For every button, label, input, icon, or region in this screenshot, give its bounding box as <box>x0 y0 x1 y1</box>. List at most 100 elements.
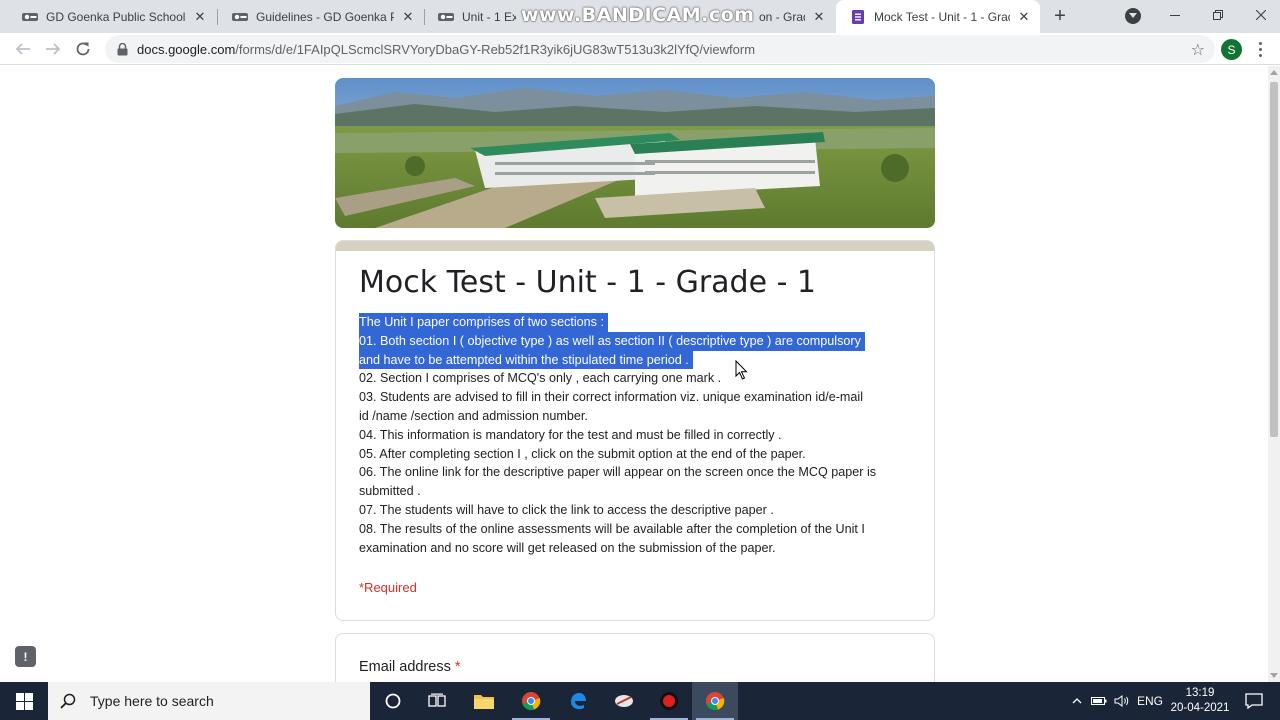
show-hidden-icons-icon[interactable] <box>1067 682 1087 720</box>
selected-text: 01. Both section I ( objective type ) as… <box>359 331 865 351</box>
description-line: submitted . <box>359 482 919 501</box>
selected-text: The Unit I paper comprises of two sectio… <box>359 313 608 332</box>
form-title-card: Mock Test - Unit - 1 - Grade - 1 The Uni… <box>335 240 935 621</box>
volume-icon[interactable] <box>1111 682 1133 720</box>
tab-0[interactable]: GD Goenka Public School Sri ✕ <box>8 0 216 33</box>
description-text: 03. Students are advised to fill in thei… <box>359 390 864 405</box>
description-line: 04. This information is mandatory for th… <box>359 426 919 445</box>
scroll-up-arrow-icon[interactable] <box>1270 70 1278 75</box>
page-viewport: Mock Test - Unit - 1 - Grade - 1 The Uni… <box>0 66 1280 682</box>
edge-icon[interactable] <box>555 682 601 720</box>
selected-text: and have to be attempted within the stip… <box>359 350 693 370</box>
new-tab-button[interactable]: + <box>1049 5 1071 27</box>
bandicam-icon[interactable] <box>646 682 692 720</box>
file-explorer-icon[interactable] <box>461 682 507 720</box>
url-text[interactable]: docs.google.com/forms/d/e/1FAIpQLScmclSR… <box>137 42 755 57</box>
browser-toolbar: docs.google.com/forms/d/e/1FAIpQLScmclSR… <box>0 33 1280 65</box>
required-note: *Required <box>359 580 417 595</box>
school-favicon-icon <box>438 11 454 23</box>
tab-active[interactable]: Mock Test - Unit - 1 - Grade ✕ <box>836 0 1040 33</box>
description-line: 02. Section I comprises of MCQ's only , … <box>359 369 919 388</box>
reload-button[interactable] <box>70 36 96 62</box>
school-favicon-icon <box>22 11 38 23</box>
tab-title: Mock Test - Unit - 1 - Grade <box>874 9 1010 24</box>
school-favicon-icon <box>232 11 248 23</box>
description-line: and have to be attempted within the stip… <box>359 350 919 370</box>
app-icon[interactable] <box>601 682 647 720</box>
description-line: 05. After completing section I , click o… <box>359 445 919 464</box>
tab-title: Unit - 1 Exam <box>462 9 516 24</box>
description-line: 01. Both section I ( objective type ) as… <box>359 331 919 351</box>
forms-favicon-icon <box>850 9 866 24</box>
close-window-button[interactable] <box>1239 0 1280 30</box>
scroll-down-arrow-icon[interactable] <box>1270 673 1278 678</box>
forward-button[interactable] <box>40 36 66 62</box>
description-line: id /name /section and admission number. <box>359 407 919 426</box>
description-line: 08. The results of the online assessment… <box>359 520 919 539</box>
email-label-text: Email address <box>359 659 451 675</box>
mouse-cursor-icon <box>735 359 748 385</box>
task-view-icon[interactable] <box>414 682 460 720</box>
description-text: 08. The results of the online assessment… <box>359 521 865 536</box>
back-button[interactable] <box>10 36 36 62</box>
description-text: id /name /section and admission number. <box>359 408 588 423</box>
clock-date: 20-04-2021 <box>1170 702 1230 714</box>
description-line: 06. The online link for the descriptive … <box>359 463 919 482</box>
close-tab-icon[interactable]: ✕ <box>1016 9 1032 25</box>
tab-title: Guidelines - GD Goenka Publ <box>256 9 394 24</box>
recording-watermark: www.BANDICAM.com <box>521 4 755 26</box>
description-line: examination and no score will get releas… <box>359 539 919 558</box>
tab-strip: GD Goenka Public School Sri ✕ Guidelines… <box>0 0 1280 33</box>
url-host: docs.google.com <box>137 41 236 57</box>
close-tab-icon[interactable]: ✕ <box>400 9 416 25</box>
email-question-label: Email address * <box>359 659 461 675</box>
description-text: examination and no score will get releas… <box>359 540 776 555</box>
cortana-icon[interactable] <box>370 682 416 720</box>
form-description: The Unit I paper comprises of two sectio… <box>359 313 919 557</box>
description-text: 02. Section I comprises of MCQ's only , … <box>359 371 722 386</box>
tab-title: on - Grade <box>759 9 805 24</box>
windows-taskbar: Type here to search ENG 13:19 20-04-2021 <box>0 682 1280 720</box>
clock[interactable]: 13:19 20-04-2021 <box>1166 686 1234 716</box>
description-line: 03. Students are advised to fill in thei… <box>359 388 919 407</box>
tab-3[interactable]: on - Grade ✕ <box>755 0 835 33</box>
restore-button[interactable] <box>1196 0 1240 30</box>
close-tab-icon[interactable]: ✕ <box>811 9 827 25</box>
bookmark-star-icon[interactable]: ☆ <box>1191 40 1205 60</box>
description-line: The Unit I paper comprises of two sectio… <box>359 313 919 332</box>
search-placeholder: Type here to search <box>90 693 214 709</box>
profile-avatar[interactable]: S <box>1221 39 1242 60</box>
language-indicator[interactable]: ENG <box>1136 682 1164 720</box>
address-bar[interactable]: docs.google.com/forms/d/e/1FAIpQLScmclSR… <box>105 35 1215 63</box>
notifications-icon[interactable] <box>1236 682 1272 720</box>
chrome-icon[interactable] <box>692 682 738 720</box>
url-path: /forms/d/e/1FAIpQLScmclSRVYoryDbaGY-Reb5… <box>235 41 756 57</box>
email-question-card[interactable]: Email address * <box>335 633 935 682</box>
vertical-scrollbar[interactable] <box>1268 66 1280 682</box>
description-text: 04. This information is mandatory for th… <box>359 427 782 442</box>
tab-1[interactable]: Guidelines - GD Goenka Publ ✕ <box>218 0 424 33</box>
battery-icon[interactable] <box>1089 682 1109 720</box>
required-asterisk: * <box>454 659 461 675</box>
tab-search-icon[interactable] <box>1125 8 1141 24</box>
feedback-icon[interactable]: ! <box>15 646 36 667</box>
clock-time: 13:19 <box>1185 687 1215 699</box>
scrollbar-thumb[interactable] <box>1270 82 1278 437</box>
tab-2[interactable]: Unit - 1 Exam <box>424 0 524 33</box>
description-text: 06. The online link for the descriptive … <box>359 465 877 480</box>
description-text: 05. After completing section I , click o… <box>359 446 806 461</box>
start-button[interactable] <box>0 682 48 720</box>
taskbar-search-box[interactable]: Type here to search <box>48 682 370 720</box>
chrome-icon[interactable] <box>508 682 554 720</box>
theme-accent-bar <box>336 241 934 251</box>
form-title: Mock Test - Unit - 1 - Grade - 1 <box>359 265 817 300</box>
search-icon <box>60 693 76 709</box>
description-text: 07. The students will have to click the … <box>359 502 774 517</box>
lock-icon[interactable] <box>115 42 129 56</box>
tab-title: GD Goenka Public School Sri <box>46 9 186 24</box>
more-menu-icon[interactable] <box>1255 39 1265 59</box>
close-tab-icon[interactable]: ✕ <box>192 9 208 25</box>
description-text: submitted . <box>359 484 421 499</box>
minimize-button[interactable] <box>1153 0 1197 30</box>
form-header-image <box>335 78 935 228</box>
